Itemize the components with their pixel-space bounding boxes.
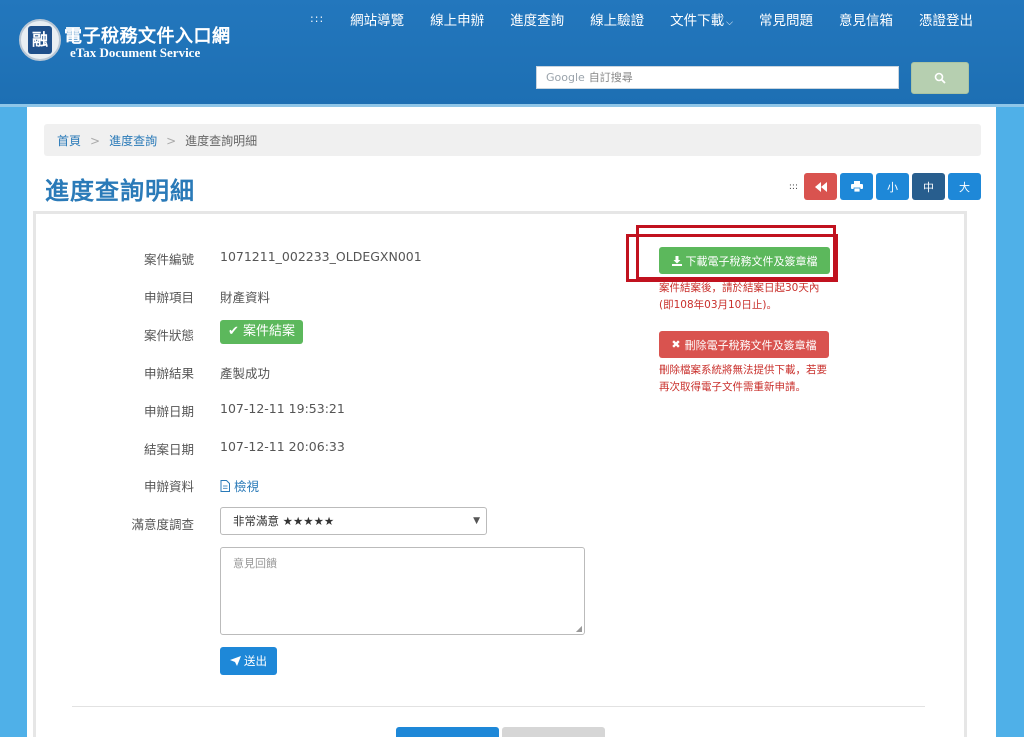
tools-grip: :::: [788, 181, 798, 192]
logo-subtitle: eTax Document Service: [70, 45, 201, 60]
bottom-primary-button[interactable]: [396, 727, 499, 737]
search-brand: Google: [546, 71, 585, 84]
search-icon: [934, 72, 946, 84]
font-small-button[interactable]: 小: [876, 173, 909, 200]
view-link-text: 檢視: [233, 479, 259, 494]
nav-online-verify[interactable]: 線上驗證: [577, 9, 657, 29]
nav-feedback-mailbox[interactable]: 意見信箱: [826, 9, 906, 29]
search-input[interactable]: Google 自訂搜尋: [536, 66, 899, 89]
print-button[interactable]: [840, 173, 873, 200]
apply-result-label: 申辦結果: [143, 366, 194, 381]
search-button[interactable]: [911, 62, 969, 94]
delete-document-button[interactable]: ✖ 刪除電子稅務文件及簽章檔: [659, 331, 829, 358]
back-button[interactable]: [804, 173, 837, 200]
feedback-textarea[interactable]: 意見回饋 ◢: [220, 547, 585, 635]
annotation-highlight-box: [636, 225, 836, 280]
print-icon: [850, 181, 863, 192]
bottom-secondary-button[interactable]: [502, 727, 605, 737]
close-icon: ✖: [671, 338, 681, 351]
logo-glyph: 融: [28, 26, 52, 54]
delete-note: 刪除檔案系統將無法提供下載，若要再次取得電子文件需重新申請。: [659, 364, 827, 393]
send-button-label: 送出: [244, 654, 267, 668]
apply-date-value: 107-12-11 19:53:21: [220, 401, 345, 416]
apply-item-label: 申辦項目: [143, 290, 194, 305]
satisfaction-selected: 非常滿意 ★★★★★: [233, 514, 335, 528]
nav-file-download-label: 文件下載: [670, 13, 725, 29]
delete-button-label: 刪除電子稅務文件及簽章檔: [684, 338, 817, 352]
file-icon: [220, 480, 230, 492]
font-medium-button[interactable]: 中: [912, 173, 945, 200]
resize-handle-icon[interactable]: ◢: [576, 624, 582, 633]
case-status-label: 案件狀態: [143, 328, 194, 343]
nav-file-download[interactable]: 文件下載 ⌵: [657, 9, 746, 29]
status-badge-text: 案件結案: [243, 324, 296, 339]
nav-logout[interactable]: 憑證登出: [906, 9, 986, 29]
apply-result-value: 產製成功: [220, 366, 271, 381]
rewind-icon: [814, 181, 827, 192]
download-note: 案件結案後，請於結案日起30天內(即108年03月10日止)。: [659, 282, 820, 311]
breadcrumb-separator: >: [90, 134, 101, 148]
chevron-down-icon: ⌵: [726, 18, 733, 28]
site-header: 融 電子稅務文件入口網 eTax Document Service ::: 網站…: [0, 0, 1024, 107]
nav-online-apply[interactable]: 線上申辦: [417, 9, 497, 29]
survey-label: 滿意度調查: [131, 517, 194, 532]
breadcrumb-current: 進度查詢明細: [185, 134, 258, 148]
breadcrumb-separator: >: [166, 134, 177, 148]
breadcrumb-progress-query[interactable]: 進度查詢: [109, 134, 157, 148]
nav-progress-query[interactable]: 進度查詢: [497, 9, 577, 29]
breadcrumb: 首頁 > 進度查詢 > 進度查詢明細: [44, 124, 981, 156]
apply-date-label: 申辦日期: [143, 404, 194, 419]
close-date-value: 107-12-11 20:06:33: [220, 439, 345, 454]
check-icon: ✔: [228, 324, 244, 339]
nav-accesskey[interactable]: :::: [297, 9, 337, 29]
caret-down-icon: ▼: [473, 516, 480, 526]
font-large-button[interactable]: 大: [948, 173, 981, 200]
page-title: 進度查詢明細: [45, 177, 195, 205]
paper-plane-icon: [230, 656, 241, 666]
apply-item-value: 財產資料: [220, 290, 271, 305]
nav-sitemap[interactable]: 網站導覽: [337, 9, 417, 29]
feedback-placeholder: 意見回饋: [233, 557, 277, 570]
section-divider: [72, 706, 925, 707]
satisfaction-select[interactable]: 非常滿意 ★★★★★ ▼: [220, 507, 487, 535]
search-placeholder: 自訂搜尋: [588, 71, 633, 84]
send-button[interactable]: 送出: [220, 647, 277, 675]
page-tools: ::: 小 中 大: [789, 173, 981, 200]
apply-data-label: 申辦資料: [143, 479, 194, 494]
case-no-value: 1071211_002233_OLDEGXN001: [220, 249, 422, 264]
logo-emblem[interactable]: 融: [19, 19, 61, 61]
nav-faq[interactable]: 常見問題: [746, 9, 826, 29]
status-badge: ✔ 案件結案: [220, 320, 304, 344]
close-date-label: 結案日期: [143, 442, 194, 457]
main-nav: ::: 網站導覽 線上申辦 進度查詢 線上驗證 文件下載 ⌵ 常見問題 意見信箱 …: [297, 9, 986, 29]
view-link[interactable]: 檢視: [220, 476, 259, 495]
breadcrumb-home[interactable]: 首頁: [57, 134, 81, 148]
case-no-label: 案件編號: [143, 252, 194, 267]
